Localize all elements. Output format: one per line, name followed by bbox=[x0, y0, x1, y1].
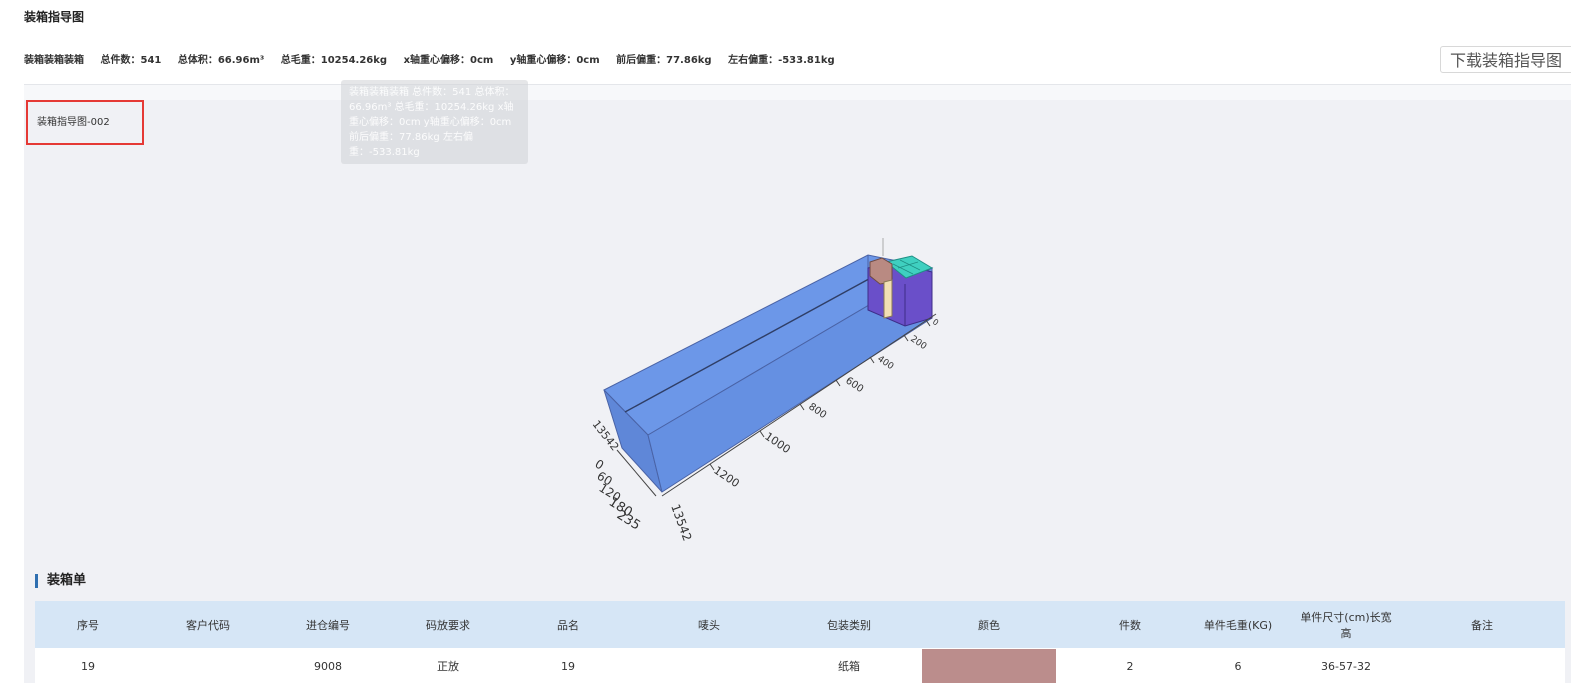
col-header: 备注 bbox=[1399, 601, 1565, 648]
chart-tooltip: 装箱装箱装箱 总件数：541 总体积：66.96m³ 总毛重：10254.26k… bbox=[341, 80, 528, 164]
length-tick-800: 800 bbox=[806, 401, 828, 421]
height-axis-ticks: 0 60 120 180 235 bbox=[592, 457, 642, 534]
col-header: 码放要求 bbox=[381, 601, 515, 648]
cell-size: 36-57-32 bbox=[1293, 648, 1399, 684]
cell-stack: 正放 bbox=[381, 648, 515, 684]
length-tick-end: 13542 bbox=[668, 502, 694, 543]
col-header: 单件尺寸(cm)长宽高 bbox=[1293, 601, 1399, 648]
cell-entry: 9008 bbox=[275, 648, 381, 684]
col-header: 客户代码 bbox=[141, 601, 275, 648]
cell-pack: 纸箱 bbox=[797, 648, 901, 684]
length-tick-400: 400 bbox=[875, 354, 895, 372]
col-header: 包装类别 bbox=[797, 601, 901, 648]
length-tick-0: 0 bbox=[931, 317, 940, 327]
length-tick-1200: 1200 bbox=[711, 464, 741, 490]
cargo-cream-block bbox=[883, 279, 893, 319]
col-header: 件数 bbox=[1077, 601, 1183, 648]
col-header: 唛头 bbox=[621, 601, 797, 648]
cell-qty: 2 bbox=[1077, 648, 1183, 684]
length-tick-200: 200 bbox=[908, 334, 928, 352]
cell-weight: 6 bbox=[1183, 648, 1293, 684]
col-header: 进仓编号 bbox=[275, 601, 381, 648]
cell-note bbox=[1399, 648, 1565, 684]
col-header: 单件毛重(KG) bbox=[1183, 601, 1293, 648]
container-3d-view[interactable]: 0 200 400 600 800 1000 1200 13542 0 60 1… bbox=[0, 0, 1571, 683]
color-swatch bbox=[922, 649, 1056, 683]
col-header: 品名 bbox=[515, 601, 621, 648]
packing-table: 序号 客户代码 进仓编号 码放要求 品名 唛头 包装类别 颜色 件数 单件毛重(… bbox=[35, 601, 1565, 684]
length-tick-1000: 1000 bbox=[762, 430, 792, 456]
cell-customer bbox=[141, 648, 275, 684]
table-header-row: 序号 客户代码 进仓编号 码放要求 品名 唛头 包装类别 颜色 件数 单件毛重(… bbox=[35, 601, 1565, 648]
cell-name: 19 bbox=[515, 648, 621, 684]
section-title: 装箱单 bbox=[35, 574, 86, 588]
cell-no: 19 bbox=[35, 648, 141, 684]
col-header: 颜色 bbox=[901, 601, 1077, 648]
col-header: 序号 bbox=[35, 601, 141, 648]
length-tick-600: 600 bbox=[843, 375, 865, 395]
cell-mark bbox=[621, 648, 797, 684]
table-row[interactable]: 19 9008 正放 19 纸箱 2 6 36-57-32 bbox=[35, 648, 1565, 684]
cell-color bbox=[901, 648, 1077, 684]
